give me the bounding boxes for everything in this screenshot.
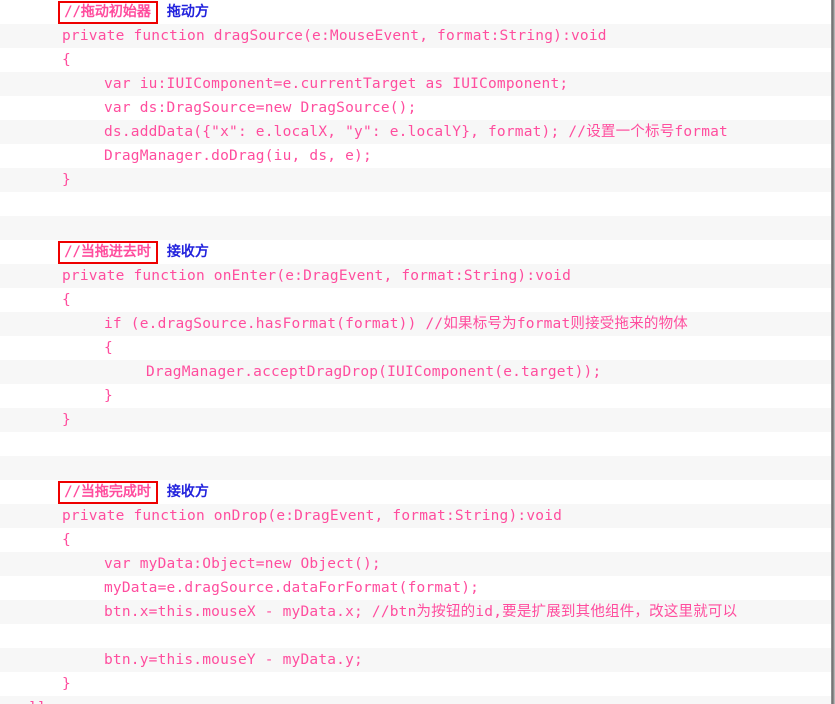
code-line-blank bbox=[0, 624, 831, 648]
code-line: } bbox=[0, 384, 831, 408]
code-text: ds.addData({"x": e.localX, "y": e.localY… bbox=[104, 124, 728, 140]
code-text: btn.x=this.mouseX - myData.x; //btn为按钮的i… bbox=[104, 604, 738, 620]
code-line: var ds:DragSource=new DragSource(); bbox=[0, 96, 831, 120]
code-line: } bbox=[0, 168, 831, 192]
annotation-label: 接收方 bbox=[166, 244, 209, 260]
code-line: DragManager.acceptDragDrop(IUIComponent(… bbox=[0, 360, 831, 384]
code-line: btn.y=this.mouseY - myData.y; bbox=[0, 648, 831, 672]
code-line: private function onDrop(e:DragEvent, for… bbox=[0, 504, 831, 528]
code-text: } bbox=[104, 388, 113, 404]
code-line: { bbox=[0, 288, 831, 312]
code-line-blank bbox=[0, 432, 831, 456]
code-text: DragManager.doDrag(iu, ds, e); bbox=[104, 148, 372, 164]
code-line: DragManager.doDrag(iu, ds, e); bbox=[0, 144, 831, 168]
code-line-blank bbox=[0, 216, 831, 240]
code-text: } bbox=[62, 676, 71, 692]
code-text: private function dragSource(e:MouseEvent… bbox=[62, 28, 607, 44]
code-text: var iu:IUIComponent=e.currentTarget as I… bbox=[104, 76, 569, 92]
code-line: private function dragSource(e:MouseEvent… bbox=[0, 24, 831, 48]
code-text: { bbox=[62, 292, 71, 308]
annotation-row: //当拖完成时 接收方 bbox=[0, 480, 831, 504]
code-text: btn.y=this.mouseY - myData.y; bbox=[104, 652, 363, 668]
code-line: var iu:IUIComponent=e.currentTarget as I… bbox=[0, 72, 831, 96]
code-text: } bbox=[62, 412, 71, 428]
code-line: if (e.dragSource.hasFormat(format)) //如果… bbox=[0, 312, 831, 336]
code-text: ]]> bbox=[28, 700, 55, 704]
code-line: { bbox=[0, 336, 831, 360]
code-line: } bbox=[0, 672, 831, 696]
code-listing[interactable]: //拖动初始器 拖动方 private function dragSource(e:… bbox=[0, 0, 831, 704]
annotation-label: 拖动方 bbox=[166, 4, 209, 20]
annotation-row: //拖动初始器 拖动方 bbox=[0, 0, 831, 24]
code-line: { bbox=[0, 528, 831, 552]
code-text: private function onEnter(e:DragEvent, fo… bbox=[62, 268, 571, 284]
code-line: ]]> bbox=[0, 696, 831, 704]
code-line: private function onEnter(e:DragEvent, fo… bbox=[0, 264, 831, 288]
code-text: var myData:Object=new Object(); bbox=[104, 556, 381, 572]
code-text: { bbox=[62, 532, 71, 548]
code-line-blank bbox=[0, 192, 831, 216]
code-text: if (e.dragSource.hasFormat(format)) //如果… bbox=[104, 316, 689, 332]
code-line: } bbox=[0, 408, 831, 432]
code-line: myData=e.dragSource.dataForFormat(format… bbox=[0, 576, 831, 600]
comment-callout-box: //拖动初始器 bbox=[58, 1, 158, 24]
code-line-blank bbox=[0, 456, 831, 480]
code-line: btn.x=this.mouseX - myData.x; //btn为按钮的i… bbox=[0, 600, 831, 624]
comment-callout-box: //当拖进去时 bbox=[58, 241, 158, 264]
code-text: DragManager.acceptDragDrop(IUIComponent(… bbox=[146, 364, 602, 380]
code-snippet-viewer[interactable]: //拖动初始器 拖动方 private function dragSource(e:… bbox=[0, 0, 835, 704]
code-text: private function onDrop(e:DragEvent, for… bbox=[62, 508, 563, 524]
code-line: ds.addData({"x": e.localX, "y": e.localY… bbox=[0, 120, 831, 144]
code-text: } bbox=[62, 172, 71, 188]
annotation-label: 接收方 bbox=[166, 484, 209, 500]
code-text: var ds:DragSource=new DragSource(); bbox=[104, 100, 417, 116]
comment-callout-box: //当拖完成时 bbox=[58, 481, 158, 504]
code-text: { bbox=[104, 340, 113, 356]
code-text: { bbox=[62, 52, 71, 68]
annotation-row: //当拖进去时 接收方 bbox=[0, 240, 831, 264]
code-line: var myData:Object=new Object(); bbox=[0, 552, 831, 576]
code-text: myData=e.dragSource.dataForFormat(format… bbox=[104, 580, 480, 596]
code-line: { bbox=[0, 48, 831, 72]
